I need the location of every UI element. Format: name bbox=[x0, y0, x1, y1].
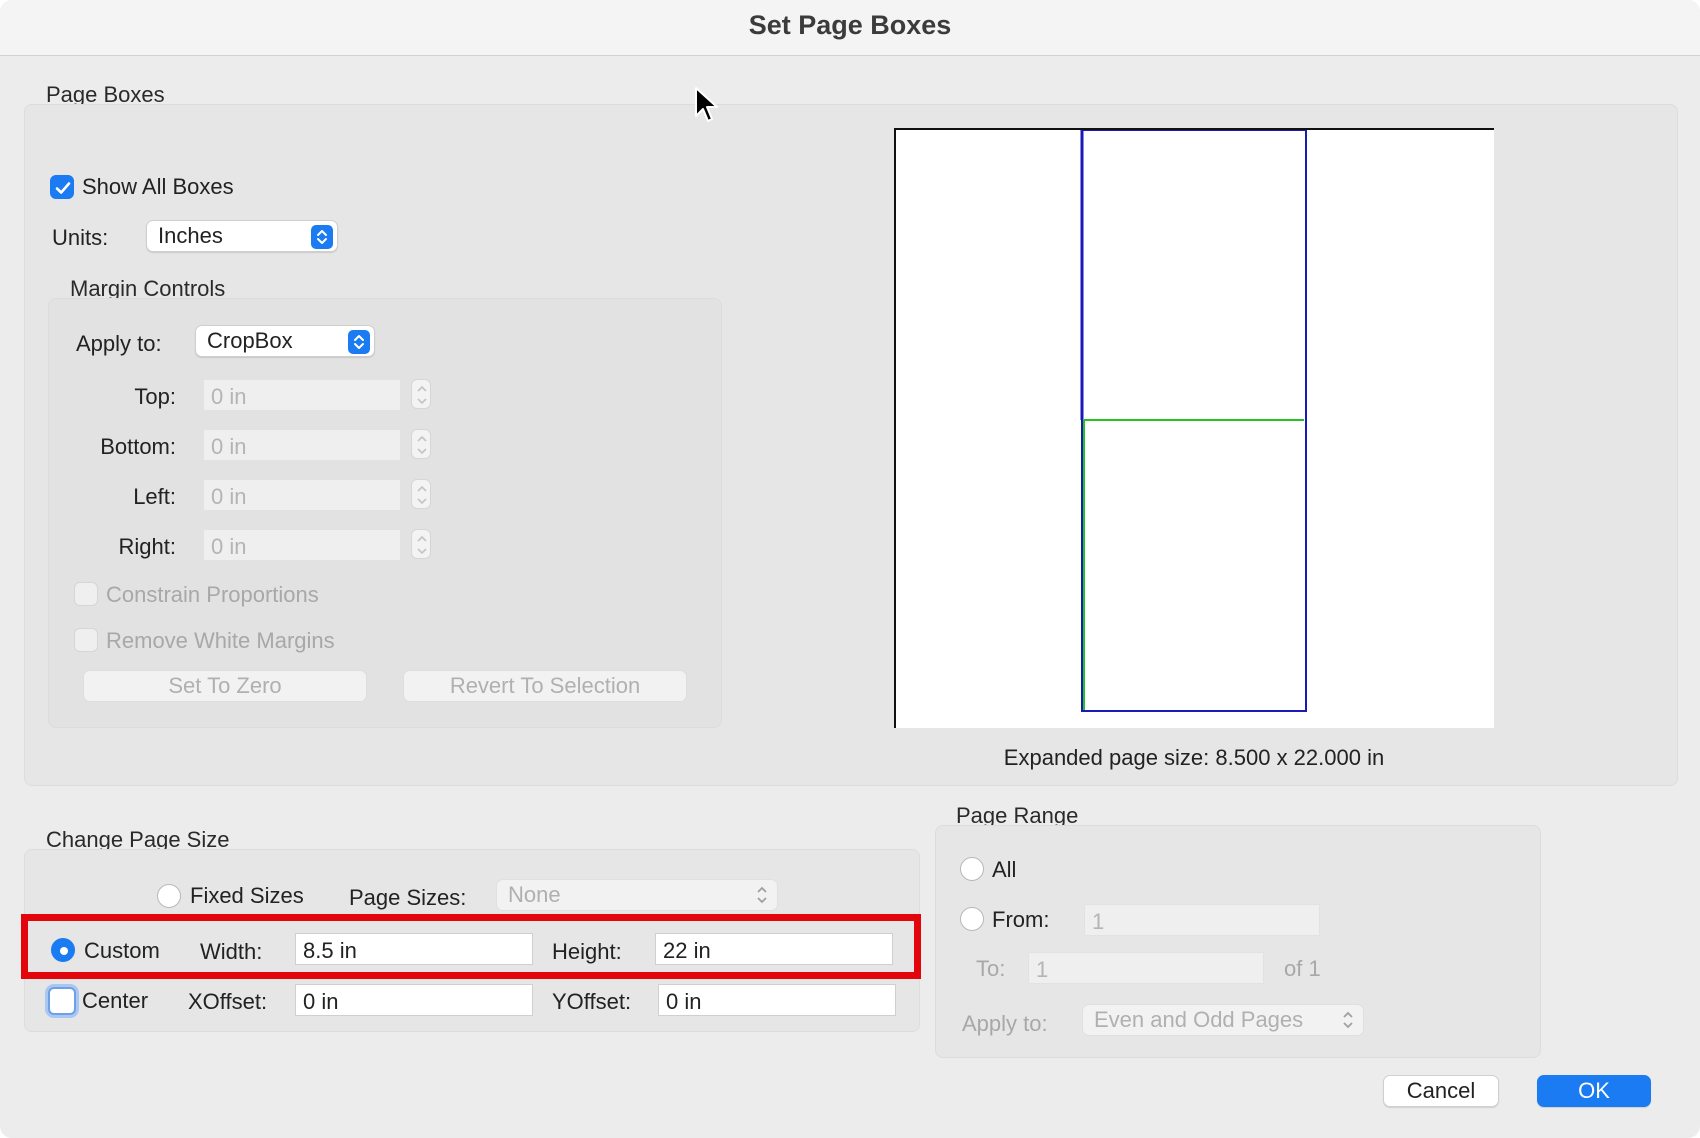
page-range-apply-to-value: Even and Odd Pages bbox=[1094, 1007, 1304, 1032]
left-margin-field[interactable]: 0 in bbox=[203, 479, 401, 511]
popup-stepper-icon bbox=[311, 225, 333, 249]
ok-button[interactable]: OK bbox=[1537, 1075, 1651, 1107]
apply-to-value: CropBox bbox=[207, 328, 293, 353]
page-sizes-value: None bbox=[508, 882, 561, 907]
bottom-label: Bottom: bbox=[100, 434, 176, 459]
to-field[interactable]: 1 bbox=[1028, 952, 1264, 984]
yoffset-label: YOffset: bbox=[552, 989, 632, 1014]
page-boxes-diagram bbox=[1080, 129, 1307, 712]
xoffset-label: XOffset: bbox=[188, 989, 268, 1014]
all-pages-radio[interactable] bbox=[960, 857, 984, 881]
show-all-boxes-checkbox[interactable] bbox=[50, 175, 74, 199]
center-checkbox[interactable] bbox=[48, 987, 76, 1015]
of-pages-label: of 1 bbox=[1284, 956, 1321, 981]
units-label: Units: bbox=[52, 225, 109, 250]
right-label: Right: bbox=[118, 534, 176, 559]
checkmark-icon bbox=[55, 182, 71, 194]
chevron-updown-icon bbox=[1343, 1011, 1353, 1029]
units-popup[interactable]: Inches bbox=[146, 220, 338, 252]
right-margin-stepper[interactable] bbox=[411, 529, 431, 559]
show-all-boxes-label: Show All Boxes bbox=[82, 174, 234, 199]
to-label: To: bbox=[976, 956, 1006, 981]
from-radio[interactable] bbox=[960, 907, 984, 931]
constrain-proportions-label: Constrain Proportions bbox=[106, 582, 319, 607]
chevron-updown-icon bbox=[757, 886, 767, 904]
left-label: Left: bbox=[133, 484, 176, 509]
stepper-arrows-icon bbox=[417, 485, 427, 505]
annotation-highlight bbox=[21, 914, 921, 979]
fixed-sizes-radio[interactable] bbox=[157, 884, 181, 908]
from-field[interactable]: 1 bbox=[1084, 904, 1320, 936]
top-margin-field[interactable]: 0 in bbox=[203, 379, 401, 411]
left-margin-stepper[interactable] bbox=[411, 479, 431, 509]
right-margin-field[interactable]: 0 in bbox=[203, 529, 401, 561]
xoffset-field[interactable]: 0 in bbox=[295, 984, 533, 1016]
bottom-margin-stepper[interactable] bbox=[411, 429, 431, 459]
margin-controls-group bbox=[48, 298, 722, 728]
apply-to-label: Apply to: bbox=[76, 331, 162, 356]
cancel-button[interactable]: Cancel bbox=[1383, 1075, 1499, 1107]
stepper-arrows-icon bbox=[417, 535, 427, 555]
all-pages-label: All bbox=[992, 857, 1017, 882]
stepper-arrows-icon bbox=[417, 385, 427, 405]
remove-white-margins-label: Remove White Margins bbox=[106, 628, 335, 653]
revert-to-selection-button[interactable]: Revert To Selection bbox=[403, 670, 687, 702]
top-margin-stepper[interactable] bbox=[411, 379, 431, 409]
page-sizes-popup[interactable]: None bbox=[496, 879, 778, 911]
fixed-sizes-label: Fixed Sizes bbox=[190, 883, 304, 908]
stepper-arrows-icon bbox=[417, 435, 427, 455]
from-label: From: bbox=[992, 907, 1050, 932]
page-range-apply-to-popup[interactable]: Even and Odd Pages bbox=[1082, 1004, 1364, 1036]
apply-to-popup[interactable]: CropBox bbox=[195, 325, 375, 357]
set-to-zero-button[interactable]: Set To Zero bbox=[83, 670, 367, 702]
top-label: Top: bbox=[134, 384, 176, 409]
remove-white-margins-checkbox[interactable] bbox=[74, 628, 98, 652]
mouse-pointer-icon bbox=[695, 87, 718, 122]
expanded-page-size: Expanded page size: 8.500 x 22.000 in bbox=[1003, 745, 1385, 770]
constrain-proportions-checkbox[interactable] bbox=[74, 582, 98, 606]
page-sizes-label: Page Sizes: bbox=[349, 885, 467, 910]
bottom-margin-field[interactable]: 0 in bbox=[203, 429, 401, 461]
page-box-preview bbox=[894, 128, 1494, 728]
title-bar: Set Page Boxes bbox=[0, 0, 1700, 56]
set-page-boxes-dialog: Set Page Boxes Page Boxes Show All Boxes… bbox=[0, 0, 1700, 1138]
dialog-title: Set Page Boxes bbox=[748, 10, 952, 40]
popup-stepper-icon bbox=[348, 330, 370, 354]
yoffset-field[interactable]: 0 in bbox=[658, 984, 896, 1016]
page-range-apply-to-label: Apply to: bbox=[962, 1011, 1048, 1036]
units-value: Inches bbox=[158, 223, 223, 248]
center-label: Center bbox=[82, 988, 149, 1013]
